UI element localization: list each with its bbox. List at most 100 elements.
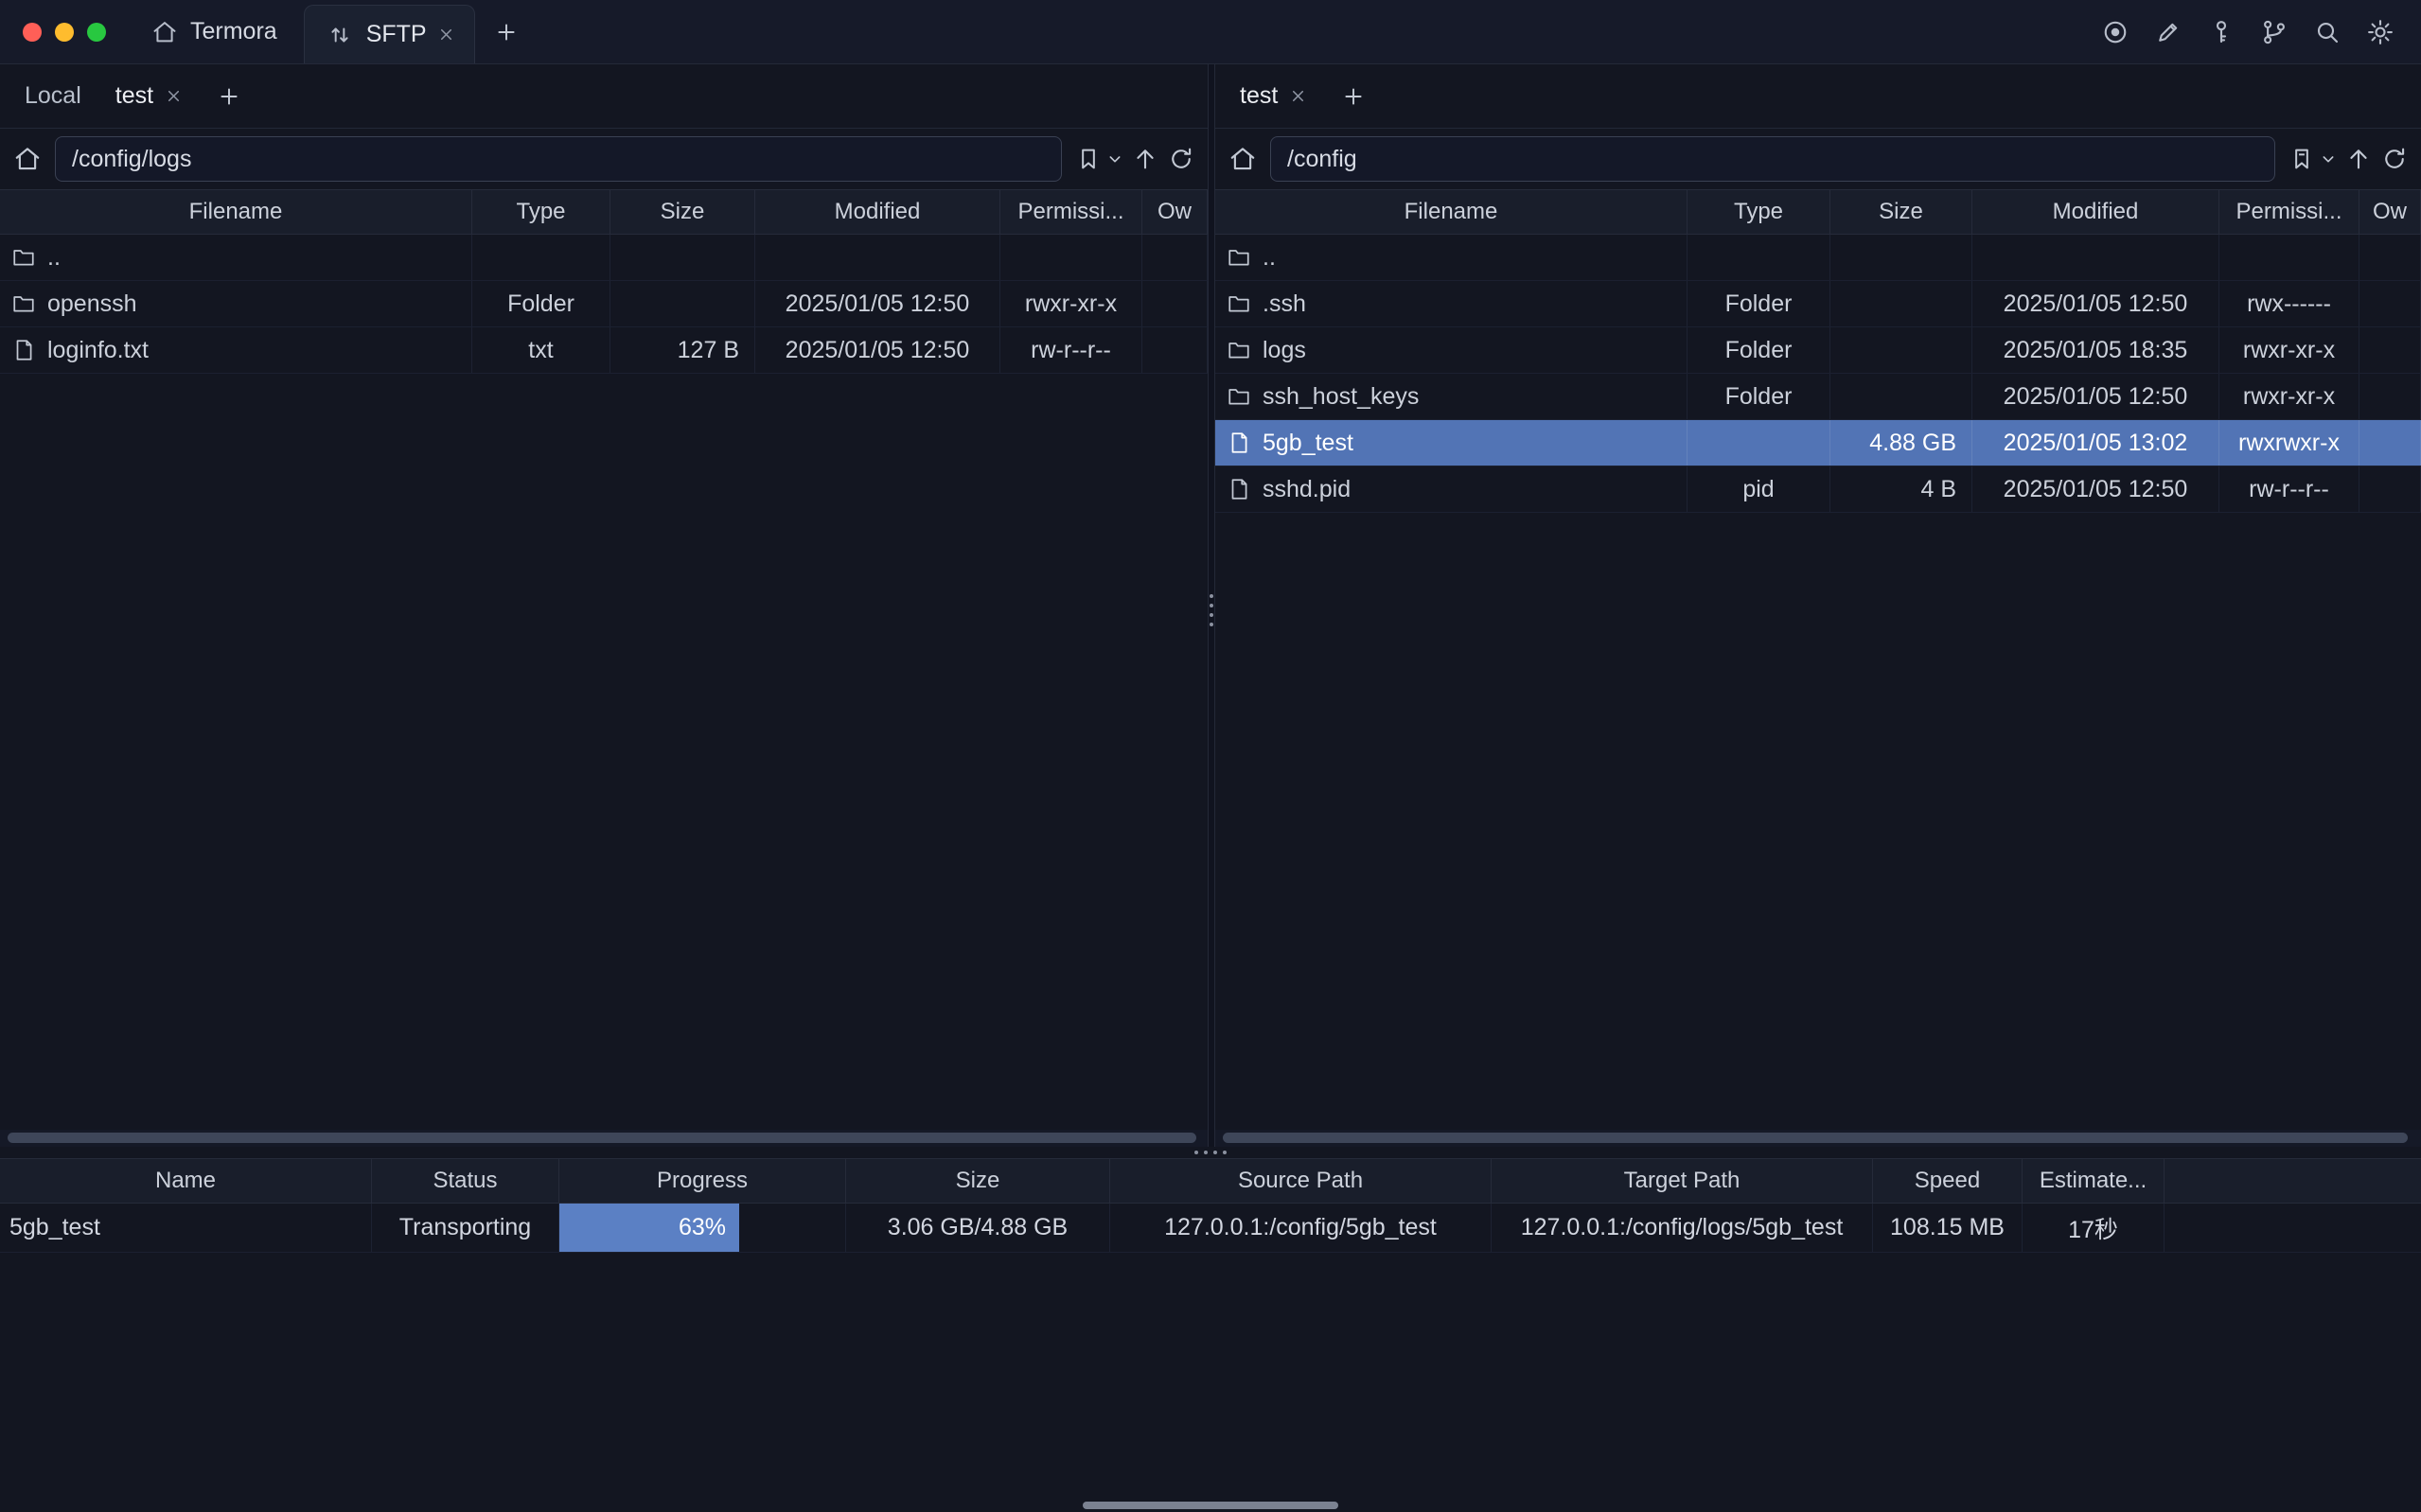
column-header-permissions[interactable]: Permissi...: [2219, 190, 2359, 234]
tab-test-right[interactable]: test: [1223, 64, 1324, 128]
transfers-splitter[interactable]: [0, 1147, 2421, 1158]
key-icon[interactable]: [2207, 18, 2235, 46]
left-path-actions: [1075, 146, 1194, 172]
scrollbar-thumb[interactable]: [8, 1133, 1196, 1143]
file-row[interactable]: logs Folder 2025/01/05 18:35 rwxr-xr-x: [1215, 327, 2421, 374]
file-type: Folder: [1688, 281, 1830, 326]
column-header-owner[interactable]: Ow: [2359, 190, 2421, 234]
chevron-down-icon[interactable]: [2321, 151, 2336, 167]
new-tab-button[interactable]: [475, 0, 538, 63]
search-icon[interactable]: [2313, 18, 2341, 46]
refresh-icon[interactable]: [2381, 146, 2408, 172]
column-header-size[interactable]: Size: [846, 1159, 1110, 1203]
refresh-icon[interactable]: [1168, 146, 1194, 172]
file-row[interactable]: openssh Folder 2025/01/05 12:50 rwxr-xr-…: [0, 281, 1208, 327]
column-header-modified[interactable]: Modified: [1972, 190, 2219, 234]
home-icon: [151, 18, 180, 46]
close-tab-icon[interactable]: [1289, 87, 1307, 105]
file-row[interactable]: loginfo.txt txt 127 B 2025/01/05 12:50 r…: [0, 327, 1208, 374]
tab-local[interactable]: Local: [8, 64, 98, 128]
minimize-button[interactable]: [55, 23, 74, 42]
close-tab-icon[interactable]: [437, 26, 455, 44]
folder-icon: [1227, 245, 1251, 270]
path-input[interactable]: [1270, 136, 2275, 182]
file-permissions: rw-r--r--: [1000, 327, 1142, 373]
transfer-name: 5gb_test: [0, 1204, 372, 1252]
right-pane: test: [1215, 64, 2421, 1147]
up-directory-icon[interactable]: [2345, 146, 2372, 172]
file-size: 127 B: [610, 327, 755, 373]
left-horizontal-scrollbar[interactable]: [0, 1130, 1208, 1147]
record-icon[interactable]: [2101, 18, 2129, 46]
file-owner: [2359, 466, 2421, 512]
file-modified: 2025/01/05 12:50: [1972, 466, 2219, 512]
home-icon[interactable]: [13, 145, 42, 173]
file-name: ..: [47, 244, 61, 272]
zoom-button[interactable]: [87, 23, 106, 42]
edit-icon[interactable]: [2154, 18, 2182, 46]
settings-icon[interactable]: [2366, 18, 2394, 46]
transfer-row[interactable]: 5gb_test Transporting 63% 3.06 GB/4.88 G…: [0, 1204, 2421, 1253]
column-header-estimate[interactable]: Estimate...: [2023, 1159, 2165, 1203]
column-header-modified[interactable]: Modified: [755, 190, 1000, 234]
add-tab-button[interactable]: [1324, 64, 1383, 128]
transfer-speed: 108.15 MB: [1873, 1204, 2023, 1252]
transfers-header: Name Status Progress Size Source Path Ta…: [0, 1158, 2421, 1204]
path-input[interactable]: [55, 136, 1062, 182]
file-owner: [1142, 281, 1208, 326]
traffic-lights: [0, 0, 125, 63]
transfer-estimate: 17秒: [2023, 1204, 2165, 1252]
tab-test-left[interactable]: test: [98, 64, 200, 128]
add-tab-button[interactable]: [200, 64, 258, 128]
column-header-type[interactable]: Type: [472, 190, 610, 234]
file-type: Folder: [1688, 374, 1830, 419]
column-header-status[interactable]: Status: [372, 1159, 559, 1203]
file-modified: 2025/01/05 12:50: [1972, 374, 2219, 419]
file-type: Folder: [1688, 327, 1830, 373]
column-header-target-path[interactable]: Target Path: [1492, 1159, 1873, 1203]
tab-sftp[interactable]: SFTP: [304, 5, 475, 63]
column-header-name[interactable]: Name: [0, 1159, 372, 1203]
file-row[interactable]: ssh_host_keys Folder 2025/01/05 12:50 rw…: [1215, 374, 2421, 420]
bottom-scrollbar-thumb[interactable]: [1083, 1502, 1338, 1509]
up-directory-icon[interactable]: [1132, 146, 1158, 172]
tab-test-label: test: [115, 82, 153, 110]
file-size: [1830, 235, 1972, 280]
close-tab-icon[interactable]: [165, 87, 183, 105]
tab-termora[interactable]: Termora: [125, 0, 304, 63]
column-header-size[interactable]: Size: [610, 190, 755, 234]
file-modified: 2025/01/05 12:50: [755, 281, 1000, 326]
file-row-selected[interactable]: 5gb_test 4.88 GB 2025/01/05 13:02 rwxrwx…: [1215, 420, 2421, 466]
file-modified: [1972, 235, 2219, 280]
pane-splitter[interactable]: [1208, 64, 1215, 1147]
close-button[interactable]: [23, 23, 42, 42]
column-header-filename[interactable]: Filename: [1215, 190, 1688, 234]
transfers-empty-area: [0, 1253, 2421, 1512]
file-size: [1830, 327, 1972, 373]
column-header-owner[interactable]: Ow: [1142, 190, 1208, 234]
bookmark-icon[interactable]: [2288, 146, 2315, 172]
home-icon[interactable]: [1228, 145, 1257, 173]
git-branch-icon[interactable]: [2260, 18, 2288, 46]
transfer-status: Transporting: [372, 1204, 559, 1252]
bookmark-icon[interactable]: [1075, 146, 1102, 172]
chevron-down-icon[interactable]: [1107, 151, 1122, 167]
right-path-actions: [2288, 146, 2408, 172]
file-row-parent[interactable]: ..: [1215, 235, 2421, 281]
column-header-filename[interactable]: Filename: [0, 190, 472, 234]
right-horizontal-scrollbar[interactable]: [1215, 1130, 2421, 1147]
column-header-progress[interactable]: Progress: [559, 1159, 846, 1203]
file-permissions: [2219, 235, 2359, 280]
column-header-source-path[interactable]: Source Path: [1110, 1159, 1492, 1203]
column-header-speed[interactable]: Speed: [1873, 1159, 2023, 1203]
scrollbar-thumb[interactable]: [1223, 1133, 2408, 1143]
column-header-type[interactable]: Type: [1688, 190, 1830, 234]
file-permissions: rwxr-xr-x: [2219, 374, 2359, 419]
file-row[interactable]: sshd.pid pid 4 B 2025/01/05 12:50 rw-r--…: [1215, 466, 2421, 513]
column-header-size[interactable]: Size: [1830, 190, 1972, 234]
file-row-parent[interactable]: ..: [0, 235, 1208, 281]
file-permissions: rw-r--r--: [2219, 466, 2359, 512]
file-row[interactable]: .ssh Folder 2025/01/05 12:50 rwx------: [1215, 281, 2421, 327]
transfer-size: 3.06 GB/4.88 GB: [846, 1204, 1110, 1252]
column-header-permissions[interactable]: Permissi...: [1000, 190, 1142, 234]
